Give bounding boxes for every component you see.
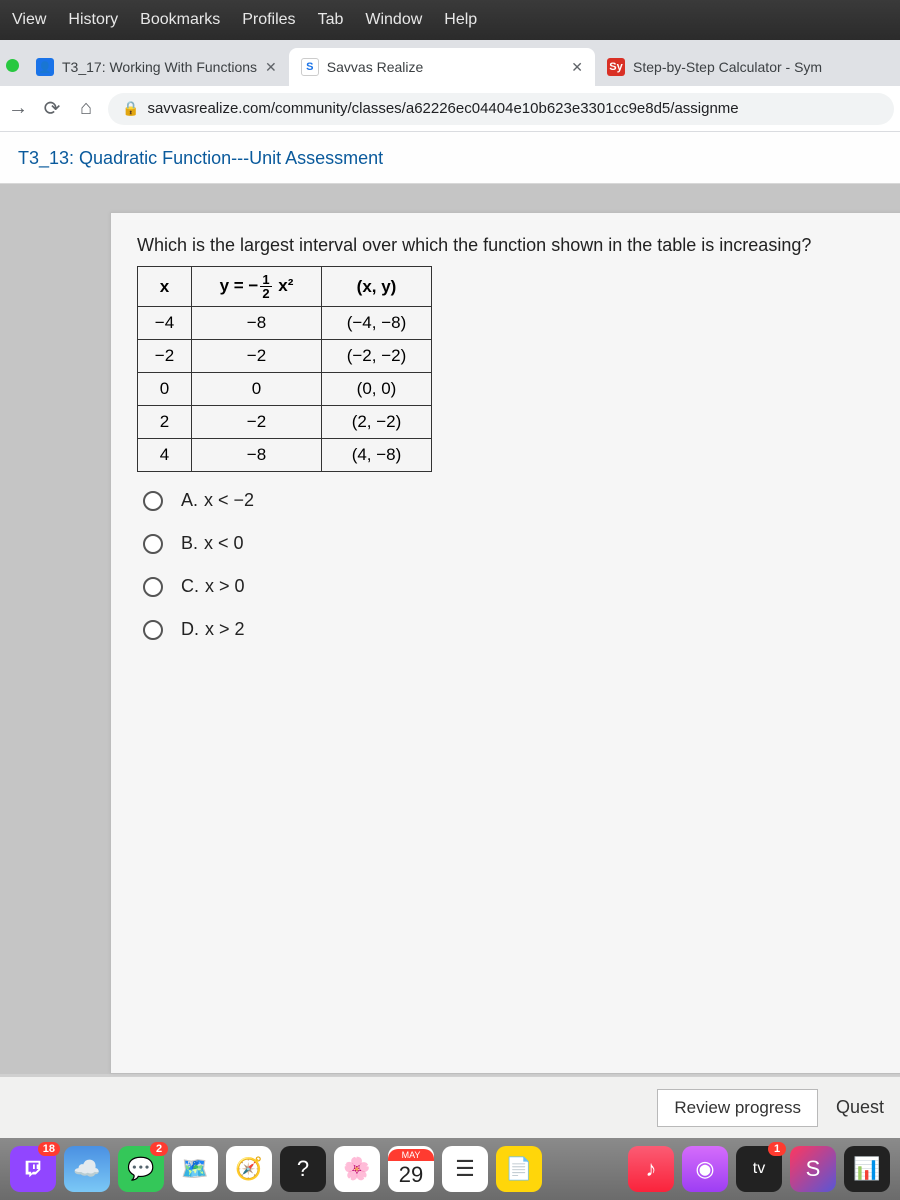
browser-tab-2[interactable]: Sy Step-by-Step Calculator - Sym (595, 48, 834, 86)
table-row: −2−2(−2, −2) (138, 340, 432, 373)
address-bar[interactable]: 🔒 savvasrealize.com/community/classes/a6… (108, 93, 894, 125)
table-row: 2−2(2, −2) (138, 406, 432, 439)
calendar-month: MAY (388, 1149, 434, 1161)
dock-tv-icon[interactable]: tv 1 (736, 1146, 782, 1192)
messages-badge: 2 (150, 1142, 168, 1156)
nav-forward-icon[interactable]: → (6, 97, 30, 121)
dock-calendar-icon[interactable]: MAY 29 (388, 1146, 434, 1192)
table-row: −4−8(−4, −8) (138, 307, 432, 340)
option-a-letter: A. (181, 490, 198, 510)
dock-messages-icon[interactable]: 💬2 (118, 1146, 164, 1192)
browser-tab-strip: 👤 T3_17: Working With Functions ✕ S Savv… (0, 40, 900, 86)
tab-1-close-icon[interactable]: ✕ (571, 59, 583, 76)
option-d-text: x > 2 (205, 619, 245, 639)
option-d-letter: D. (181, 619, 199, 639)
tab-1-title: Savvas Realize (327, 59, 424, 75)
tab-0-title: T3_17: Working With Functions (62, 59, 257, 75)
question-panel: Which is the largest interval over which… (110, 212, 900, 1074)
th-y: y = −12 x² (192, 267, 322, 307)
dock-reminders-icon[interactable]: ☰ (442, 1146, 488, 1192)
nav-reload-icon[interactable]: ⟳ (40, 97, 64, 121)
option-a[interactable]: A. x < −2 (143, 490, 900, 511)
question-nav-label: Quest (836, 1097, 884, 1118)
menu-profiles[interactable]: Profiles (242, 11, 295, 29)
menu-history[interactable]: History (68, 11, 118, 29)
dock-photos-icon[interactable]: 🌸 (334, 1146, 380, 1192)
th-x: x (138, 267, 192, 307)
review-progress-button[interactable]: Review progress (657, 1089, 818, 1127)
radio-d[interactable] (143, 620, 163, 640)
radio-b[interactable] (143, 534, 163, 554)
function-table: x y = −12 x² (x, y) −4−8(−4, −8) −2−2(−2… (137, 266, 432, 472)
dock-shortcuts-icon[interactable]: S (790, 1146, 836, 1192)
option-a-text: x < −2 (204, 490, 254, 510)
menu-window[interactable]: Window (365, 11, 422, 29)
assignment-breadcrumb[interactable]: T3_13: Quadratic Function---Unit Assessm… (0, 132, 900, 184)
browser-toolbar: → ⟳ ⌂ 🔒 savvasrealize.com/community/clas… (0, 86, 900, 132)
option-c-letter: C. (181, 576, 199, 596)
dock-podcasts-icon[interactable]: ◉ (682, 1146, 728, 1192)
address-url: savvasrealize.com/community/classes/a622… (147, 100, 738, 117)
dock-siri-icon[interactable]: ? (280, 1146, 326, 1192)
table-row: 00(0, 0) (138, 373, 432, 406)
dock-weather-icon[interactable]: ☁️ (64, 1146, 110, 1192)
th-xy: (x, y) (322, 267, 432, 307)
twitch-badge: 18 (38, 1142, 60, 1156)
content-wrap: Which is the largest interval over which… (0, 184, 900, 1074)
answer-options: A. x < −2 B. x < 0 C. x > 0 D. x > 2 (143, 490, 900, 640)
tab-2-favicon-icon: Sy (607, 58, 625, 76)
dock-twitch-icon[interactable]: 18 (10, 1146, 56, 1192)
menu-help[interactable]: Help (444, 11, 477, 29)
option-c-text: x > 0 (205, 576, 245, 596)
mac-menubar: View History Bookmarks Profiles Tab Wind… (0, 0, 900, 40)
tab-0-close-icon[interactable]: ✕ (265, 59, 277, 76)
option-b-letter: B. (181, 533, 198, 553)
browser-tab-1[interactable]: S Savvas Realize ✕ (289, 48, 595, 86)
dock-safari-icon[interactable]: 🧭 (226, 1146, 272, 1192)
window-maximize-dot[interactable] (6, 59, 19, 72)
question-prompt: Which is the largest interval over which… (137, 235, 900, 256)
dock-notes-icon[interactable]: 📄 (496, 1146, 542, 1192)
browser-tab-0[interactable]: 👤 T3_17: Working With Functions ✕ (24, 48, 289, 86)
option-b[interactable]: B. x < 0 (143, 533, 900, 554)
menu-bookmarks[interactable]: Bookmarks (140, 11, 220, 29)
mac-dock: 18 ☁️ 💬2 🗺️ 🧭 ? 🌸 MAY 29 ☰ 📄 ♪ ◉ tv 1 S … (0, 1138, 900, 1200)
table-row: 4−8(4, −8) (138, 439, 432, 472)
tab-0-favicon-icon: 👤 (36, 58, 54, 76)
radio-c[interactable] (143, 577, 163, 597)
assessment-footer: Review progress Quest (0, 1076, 900, 1138)
tab-2-title: Step-by-Step Calculator - Sym (633, 59, 822, 75)
lock-icon: 🔒 (122, 100, 139, 117)
radio-a[interactable] (143, 491, 163, 511)
dock-music-icon[interactable]: ♪ (628, 1146, 674, 1192)
tab-1-favicon-icon: S (301, 58, 319, 76)
dock-maps-icon[interactable]: 🗺️ (172, 1146, 218, 1192)
tv-badge: 1 (768, 1142, 786, 1156)
option-c[interactable]: C. x > 0 (143, 576, 900, 597)
option-d[interactable]: D. x > 2 (143, 619, 900, 640)
menu-tab[interactable]: Tab (318, 11, 344, 29)
calendar-day: 29 (399, 1161, 423, 1190)
option-b-text: x < 0 (204, 533, 244, 553)
menu-view[interactable]: View (12, 11, 46, 29)
dock-stocks-icon[interactable]: 📊 (844, 1146, 890, 1192)
nav-home-icon[interactable]: ⌂ (74, 97, 98, 121)
